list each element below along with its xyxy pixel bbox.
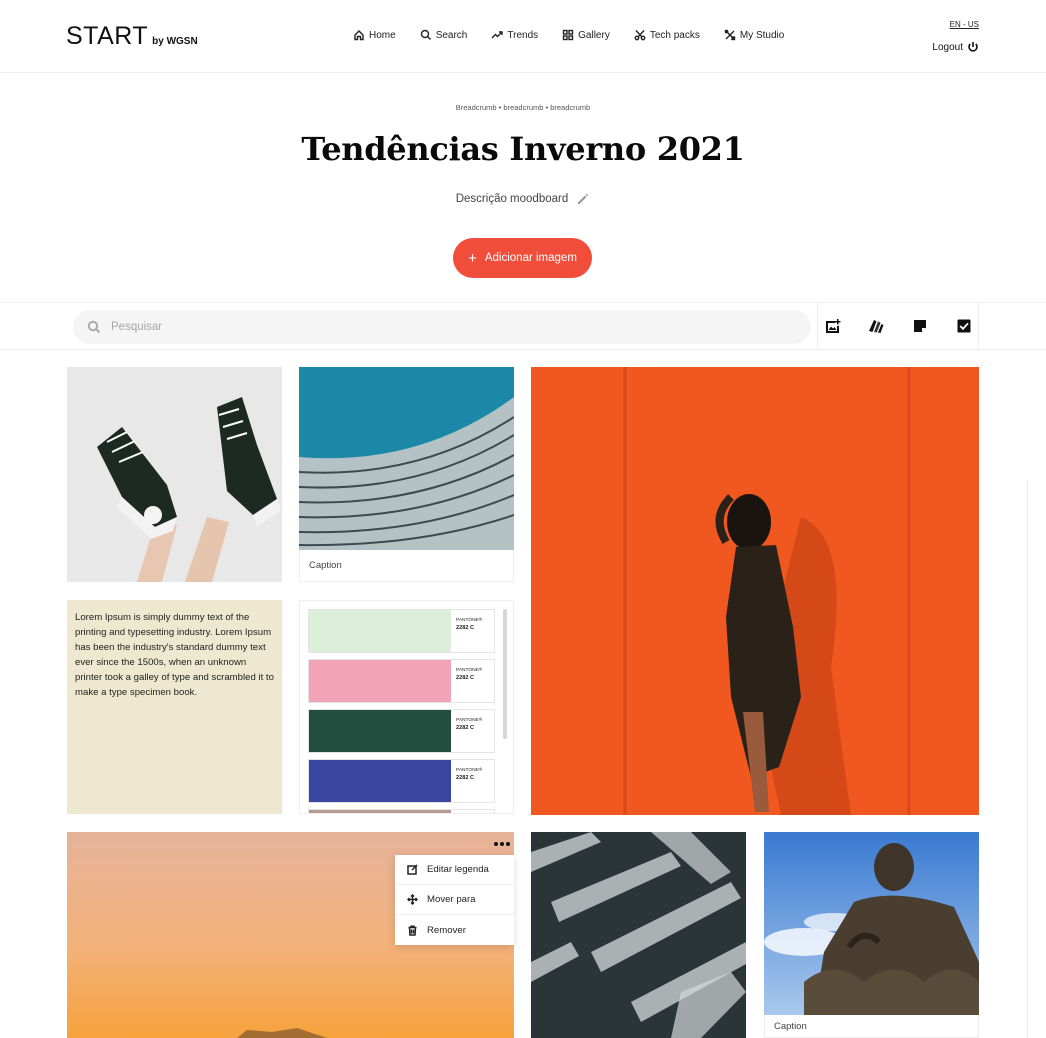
nav-trends[interactable]: Trends	[491, 29, 538, 41]
image-card-woman[interactable]	[531, 367, 979, 815]
checkbox-tool[interactable]	[956, 318, 972, 334]
search-icon	[420, 29, 431, 40]
swatch-label: PANTONE® 2282 C	[456, 618, 483, 631]
menu-item-label: Mover para	[427, 894, 476, 905]
header: START by WGSN Home Search Trends Gallery…	[0, 0, 1046, 73]
add-image-icon	[826, 319, 841, 333]
page-title: Tendências Inverno 2021	[301, 130, 745, 168]
swatch-chip	[309, 610, 451, 652]
swatch-label: PANTONE® 2282 C	[456, 768, 483, 781]
logout-button[interactable]: Logout	[932, 41, 979, 53]
swatch-chip	[309, 710, 451, 752]
grid-icon	[562, 29, 574, 41]
search-input[interactable]	[111, 321, 711, 333]
search-bar	[73, 310, 811, 344]
color-palette-card[interactable]: PANTONE® 2282 C PANTONE® 2282 C PANTONE® 22…	[299, 600, 514, 814]
toolbar	[0, 302, 1046, 350]
palette-scrollbar[interactable]	[503, 609, 507, 739]
color-swatch-tool[interactable]	[868, 318, 884, 334]
palette-swatch[interactable]: PANTONE® 2282 C	[308, 659, 495, 703]
description-row: Descrição moodboard	[0, 192, 1046, 206]
sticky-note-tool[interactable]	[912, 318, 928, 334]
swatch-chip	[309, 660, 451, 702]
main-nav: Home Search Trends Gallery Tech packs My…	[353, 29, 784, 41]
image-card-architecture[interactable]	[299, 367, 514, 550]
trash-icon	[408, 924, 417, 936]
move-icon	[407, 894, 418, 905]
building-image	[531, 832, 746, 1038]
more-options-button[interactable]	[490, 834, 514, 854]
palette-swatch-partial	[308, 809, 495, 813]
checkbox-icon	[957, 319, 971, 333]
swatch-label: PANTONE® 2282 C	[456, 718, 483, 731]
trend-up-icon	[491, 31, 504, 39]
nav-tech-packs-label: Tech packs	[649, 29, 700, 41]
palette-swatch[interactable]: PANTONE® 2282 C	[308, 609, 495, 653]
toolbar-divider-right	[978, 303, 979, 349]
palette-swatch[interactable]: PANTONE® 2282 C	[308, 709, 495, 753]
tools-icon	[724, 29, 736, 41]
swatch-label: PANTONE® 2282 C	[456, 668, 483, 681]
logo[interactable]: START by WGSN	[66, 22, 198, 51]
swatch-chip	[309, 760, 451, 802]
palette-swatch[interactable]: PANTONE® 2282 C	[308, 759, 495, 803]
menu-item-label: Editar legenda	[427, 864, 489, 875]
nav-gallery[interactable]: Gallery	[562, 29, 610, 41]
image-card-building[interactable]	[531, 832, 746, 1038]
add-image-tool[interactable]	[825, 318, 841, 334]
home-icon	[354, 30, 364, 41]
nav-tech-packs[interactable]: Tech packs	[634, 29, 700, 41]
buddha-caption[interactable]: Caption	[764, 1015, 979, 1038]
nav-home-label: Home	[369, 29, 396, 41]
sticky-note-card[interactable]: Lorem Ipsum is simply dummy text of the …	[67, 600, 282, 814]
sneakers-image	[67, 367, 282, 582]
color-swatch-icon	[869, 320, 884, 333]
nav-trends-label: Trends	[507, 29, 539, 41]
plus-icon: +	[468, 249, 477, 267]
power-icon	[968, 42, 978, 52]
context-menu: Editar legenda Mover para Remover	[395, 855, 514, 945]
search-icon	[87, 320, 101, 334]
add-image-label: Adicionar imagem	[484, 252, 577, 264]
nav-search-label: Search	[435, 29, 468, 41]
nav-my-studio[interactable]: My Studio	[724, 29, 784, 41]
logo-sub: by WGSN	[152, 36, 198, 47]
logo-main: START	[66, 22, 149, 50]
architecture-caption[interactable]: Caption	[299, 550, 514, 582]
dot	[500, 842, 504, 846]
nav-my-studio-label: My Studio	[739, 29, 785, 41]
architecture-image	[299, 367, 514, 550]
dot	[506, 842, 510, 846]
page-scrollbar-track[interactable]	[1027, 480, 1028, 1038]
dot	[494, 842, 498, 846]
sticky-note-icon	[914, 320, 926, 332]
woman-image	[531, 367, 979, 815]
buddha-image	[764, 832, 979, 1015]
moodboard-description: Descrição moodboard	[455, 193, 569, 205]
swatch-chip	[309, 810, 451, 813]
nav-home[interactable]: Home	[353, 29, 396, 41]
scissors-icon	[634, 30, 646, 41]
menu-item-edit-caption[interactable]: Editar legenda	[395, 855, 514, 885]
pencil-icon[interactable]	[576, 192, 590, 206]
image-card-buddha[interactable]	[764, 832, 979, 1015]
add-image-button[interactable]: + Adicionar imagem	[453, 238, 592, 278]
language-switch[interactable]: EN - US	[950, 20, 979, 29]
menu-item-remove[interactable]: Remover	[395, 915, 514, 945]
image-card-sneakers[interactable]	[67, 367, 282, 582]
edit-icon	[407, 864, 418, 875]
nav-gallery-label: Gallery	[578, 29, 610, 41]
breadcrumb[interactable]: Breadcrumb • breadcrumb • breadcrumb	[0, 103, 1046, 112]
toolbar-divider	[817, 303, 818, 349]
nav-search[interactable]: Search	[420, 29, 468, 41]
menu-item-label: Remover	[427, 924, 466, 936]
logout-label: Logout	[932, 41, 963, 53]
menu-item-move[interactable]: Mover para	[395, 885, 514, 915]
